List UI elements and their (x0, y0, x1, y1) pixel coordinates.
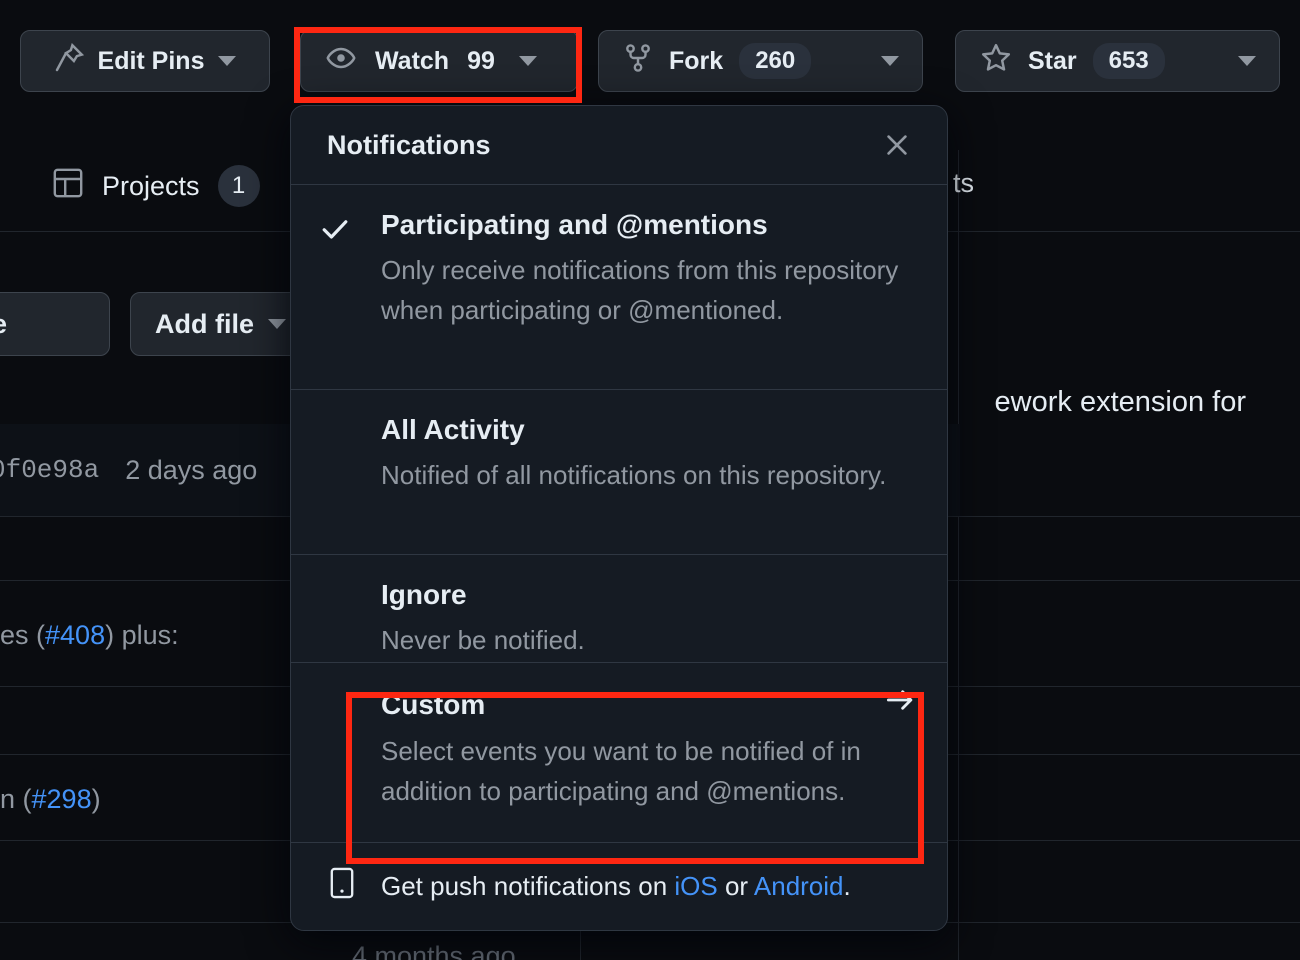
nav-projects-count: 1 (218, 165, 260, 207)
issue-link-298[interactable]: #298 (32, 784, 92, 814)
go-to-file-button[interactable]: to file (0, 292, 110, 356)
watch-button[interactable]: Watch 99 (300, 30, 578, 92)
go-to-file-label: to file (0, 309, 7, 340)
footer-text-after: . (844, 871, 851, 901)
nav-item-insights-clipped[interactable]: ts (953, 168, 1300, 199)
star-count: 653 (1093, 43, 1165, 79)
nav-item-projects[interactable]: Projects 1 (52, 165, 260, 207)
option-description: Only receive notifications from this rep… (381, 250, 919, 331)
add-file-label: Add file (155, 309, 254, 340)
check-icon (319, 207, 381, 365)
star-button[interactable]: Star 653 (955, 30, 1215, 92)
notification-option-participating[interactable]: Participating and @mentions Only receive… (291, 185, 947, 390)
nav-projects-label: Projects (102, 171, 200, 202)
edit-pins-label: Edit Pins (98, 47, 205, 76)
notification-option-all-activity[interactable]: All Activity Notified of all notificatio… (291, 390, 947, 555)
fork-label: Fork (669, 47, 723, 76)
notification-option-body: Custom Select events you want to be noti… (381, 685, 919, 818)
watch-count: 99 (467, 47, 495, 76)
footer-text-between: or (718, 871, 754, 901)
about-description-clipped: ework extension for (995, 386, 1300, 419)
star-dropdown-button[interactable] (1214, 30, 1280, 92)
chevron-down-icon (268, 319, 286, 329)
commit-relative-time: 2 days ago (125, 455, 257, 486)
chevron-down-icon (1238, 56, 1256, 66)
release-note-suffix: ) plus: (105, 620, 179, 650)
notification-option-body: Ignore Never be notified. (381, 577, 919, 638)
fork-count: 260 (739, 43, 811, 79)
issue-link-408[interactable]: #408 (45, 620, 105, 650)
fork-dropdown-button[interactable] (857, 30, 923, 92)
option-title: Ignore (381, 577, 919, 614)
chevron-down-icon (881, 56, 899, 66)
close-icon[interactable] (877, 125, 917, 165)
fork-button[interactable]: Fork 260 (598, 30, 858, 92)
notification-option-ignore[interactable]: Ignore Never be notified. (291, 555, 947, 663)
bottom-relative-time-clipped: 4 months ago (352, 941, 516, 960)
repository-action-toolbar: Edit Pins Watch 99 Fork 260 (0, 30, 1300, 92)
release-note-line: n (#298) (0, 784, 101, 815)
projects-table-icon (52, 167, 84, 206)
star-label: Star (1028, 47, 1077, 76)
release-note-prefix: n ( (0, 784, 32, 814)
option-title: Custom (381, 687, 485, 724)
vertical-divider (958, 150, 959, 960)
pin-icon (54, 43, 84, 80)
eye-icon (325, 42, 357, 81)
release-note-prefix: es ( (0, 620, 45, 650)
notifications-title: Notifications (327, 130, 491, 161)
device-mobile-icon (327, 866, 357, 907)
push-notifications-text: Get push notifications on iOS or Android… (381, 871, 851, 902)
repo-forked-icon (623, 43, 653, 80)
notification-option-body: All Activity Notified of all notificatio… (381, 412, 919, 530)
android-link[interactable]: Android (754, 871, 844, 901)
notification-option-body: Participating and @mentions Only receive… (381, 207, 919, 365)
arrow-right-icon (885, 685, 915, 725)
option-description: Select events you want to be notified of… (381, 731, 919, 812)
commit-sha[interactable]: 0f0e98a (0, 455, 99, 485)
notifications-dropdown-header: Notifications (291, 106, 947, 185)
option-description: Never be notified. (381, 620, 919, 660)
notifications-dropdown: Notifications Participating and @mention… (290, 105, 948, 931)
release-note-suffix: ) (92, 784, 101, 814)
ios-link[interactable]: iOS (674, 871, 717, 901)
chevron-down-icon[interactable] (218, 56, 236, 66)
option-description: Notified of all notifications on this re… (381, 455, 919, 495)
footer-text-before: Get push notifications on (381, 871, 674, 901)
option-title: All Activity (381, 412, 919, 449)
release-note-line: es (#408) plus: (0, 620, 179, 651)
option-title: Participating and @mentions (381, 207, 919, 244)
edit-pins-button[interactable]: Edit Pins (20, 30, 270, 92)
push-notifications-footer: Get push notifications on iOS or Android… (291, 843, 947, 930)
option-title-row: Custom (381, 685, 919, 725)
notification-option-custom[interactable]: Custom Select events you want to be noti… (291, 663, 947, 843)
chevron-down-icon[interactable] (519, 56, 537, 66)
star-icon (980, 42, 1012, 81)
watch-label: Watch (375, 47, 449, 76)
